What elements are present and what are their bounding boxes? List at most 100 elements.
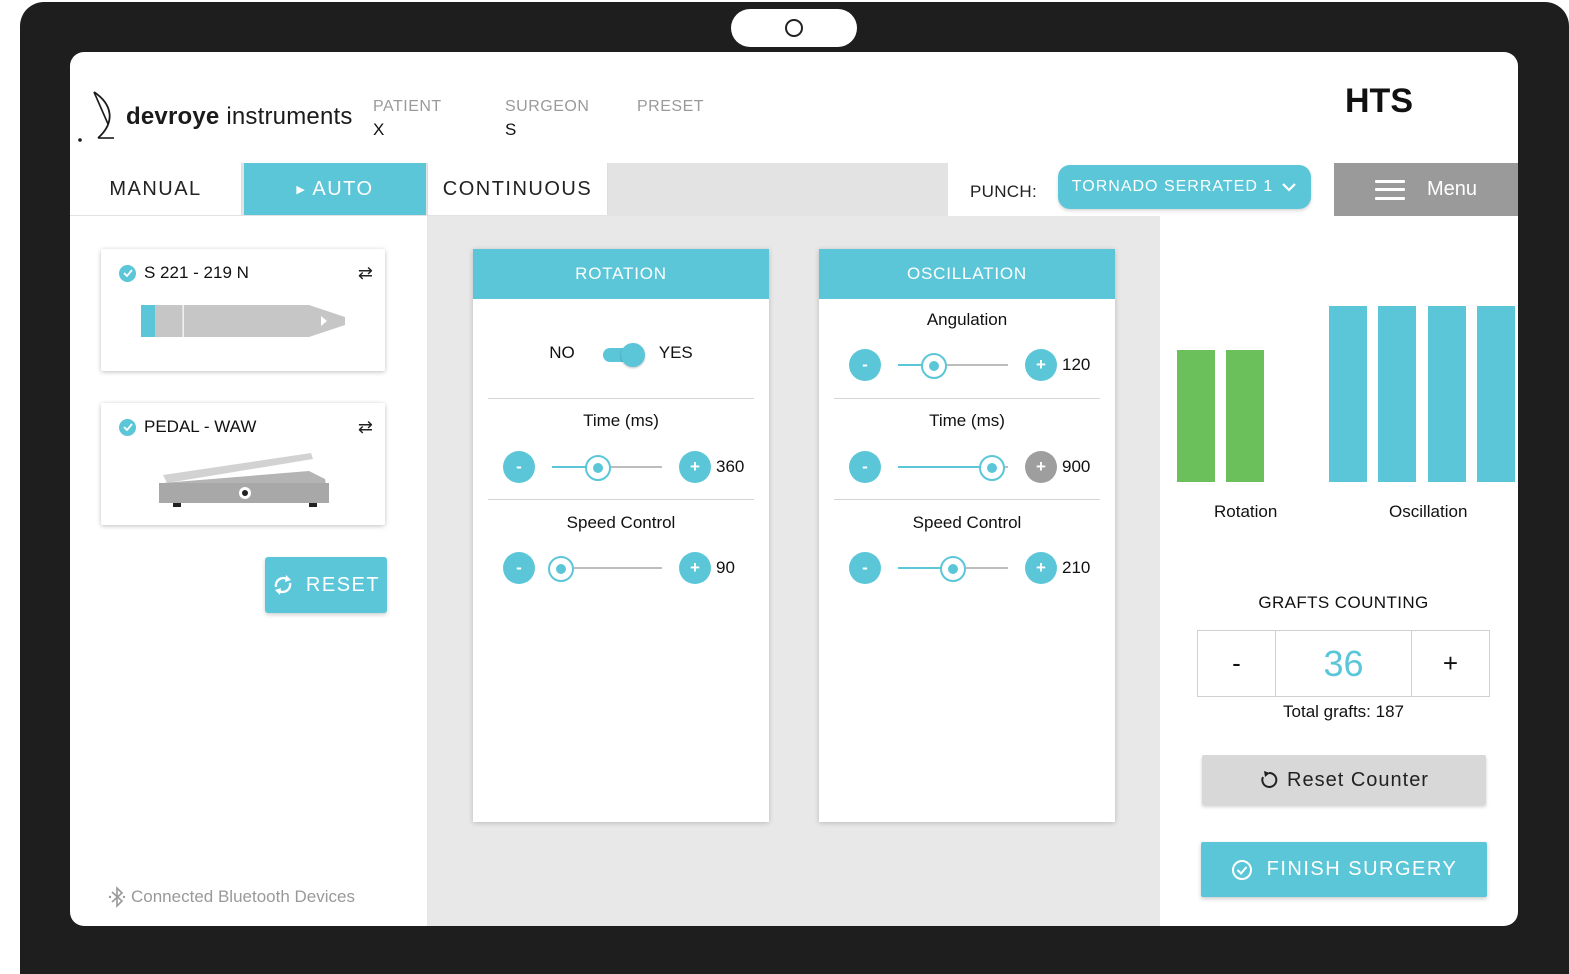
bluetooth-icon bbox=[108, 886, 126, 908]
oscillation-bar bbox=[1378, 306, 1416, 482]
grafts-total: Total grafts: 187 bbox=[1283, 702, 1404, 721]
bluetooth-status: Connected Bluetooth Devices bbox=[108, 886, 355, 908]
slider-knob[interactable] bbox=[585, 455, 612, 481]
device-name: S 221 - 219 N bbox=[144, 263, 249, 282]
preset-label: PRESET bbox=[637, 98, 705, 115]
rotation-title: ROTATION bbox=[473, 249, 769, 299]
refresh-icon bbox=[274, 575, 292, 595]
surgeon-value: S bbox=[505, 120, 517, 139]
tab-continuous[interactable]: CONTINUOUS bbox=[427, 163, 608, 215]
brand-name: devroye instruments bbox=[126, 103, 353, 130]
bluetooth-label: Connected Bluetooth Devices bbox=[131, 887, 355, 906]
chevron-down-icon bbox=[1282, 183, 1296, 192]
oscillation-bar bbox=[1477, 306, 1515, 482]
reset-icon bbox=[1261, 771, 1278, 788]
rotation-time-slider[interactable] bbox=[552, 451, 662, 483]
punch-label: PUNCH: bbox=[970, 182, 1037, 201]
rotation-speed-slider[interactable] bbox=[547, 552, 662, 584]
slider-knob[interactable] bbox=[940, 556, 966, 582]
slider-knob[interactable] bbox=[978, 455, 1005, 481]
brand-logo: devroye instruments bbox=[78, 90, 353, 144]
divider bbox=[488, 499, 754, 500]
increase-button[interactable]: + bbox=[1025, 349, 1057, 381]
patient-label: PATIENT bbox=[373, 98, 442, 115]
rotation-time-control: - + 360 bbox=[503, 450, 744, 484]
angulation-control: - + 120 bbox=[849, 348, 1090, 382]
hamburger-icon bbox=[1374, 179, 1405, 200]
oscillation-bar bbox=[1428, 306, 1466, 482]
grafts-title: GRAFTS COUNTING bbox=[1258, 593, 1429, 612]
device-name-row: PEDAL - WAW bbox=[119, 417, 256, 437]
surgeon-field: SURGEON S bbox=[505, 98, 589, 140]
grafts-decrease-button[interactable]: - bbox=[1198, 631, 1275, 696]
swap-icon[interactable]: ⇄ bbox=[358, 263, 373, 284]
surgeon-label: SURGEON bbox=[505, 98, 590, 115]
oscillation-panel: OSCILLATION Angulation - + 120 Time (ms)… bbox=[819, 249, 1115, 822]
rotation-speed-value: 90 bbox=[716, 558, 735, 577]
tab-manual[interactable]: MANUAL bbox=[70, 163, 242, 215]
menu-button[interactable]: Menu bbox=[1334, 163, 1518, 216]
menu-label: Menu bbox=[1426, 178, 1478, 200]
check-icon bbox=[119, 418, 136, 436]
toggle-yes-label: YES bbox=[658, 343, 693, 362]
tab-continuous-label: CONTINUOUS bbox=[442, 177, 593, 200]
reset-label: RESET bbox=[305, 573, 381, 596]
oscillation-bar bbox=[1329, 306, 1367, 482]
oscillation-speed-label: Speed Control bbox=[912, 513, 1022, 532]
check-circle-icon bbox=[1231, 859, 1252, 880]
oscillation-speed-control: - + 210 bbox=[849, 551, 1090, 585]
oscillation-title: OSCILLATION bbox=[819, 249, 1115, 299]
finish-surgery-label: FINISH SURGERY bbox=[1266, 858, 1458, 880]
device-card-handpiece[interactable]: S 221 - 219 N ⇄ bbox=[101, 249, 385, 371]
patient-value: X bbox=[373, 120, 385, 139]
slider-knob[interactable] bbox=[921, 353, 948, 379]
punch-selected: TORNADO SERRATED 1 bbox=[1071, 178, 1274, 195]
increase-button[interactable]: + bbox=[679, 552, 711, 584]
app-code: HTS bbox=[1345, 82, 1413, 120]
rotation-panel: ROTATION NO YES Time (ms) - + 360 Speed … bbox=[473, 249, 769, 822]
preset-field: PRESET bbox=[637, 98, 704, 120]
device-card-pedal[interactable]: PEDAL - WAW ⇄ bbox=[101, 403, 385, 525]
camera-icon bbox=[785, 19, 803, 37]
decrease-button[interactable]: - bbox=[849, 451, 881, 483]
oscillation-speed-slider[interactable] bbox=[898, 552, 1008, 584]
reset-button[interactable]: RESET bbox=[265, 557, 387, 613]
rotation-toggle-row: NO YES bbox=[473, 343, 769, 367]
tab-auto[interactable]: ▶ AUTO bbox=[244, 163, 426, 215]
reset-counter-label: Reset Counter bbox=[1287, 768, 1429, 791]
rotation-speed-control: - + 90 bbox=[503, 551, 735, 585]
angulation-value: 120 bbox=[1062, 355, 1091, 374]
oscillation-time-slider[interactable] bbox=[898, 451, 1008, 483]
decrease-button[interactable]: - bbox=[503, 451, 535, 483]
oscillation-time-value: 900 bbox=[1062, 457, 1091, 476]
divider bbox=[834, 398, 1100, 399]
grafts-increase-button[interactable]: + bbox=[1412, 631, 1489, 696]
decrease-button[interactable]: - bbox=[849, 552, 881, 584]
camera-pill bbox=[731, 9, 857, 47]
pedal-icon bbox=[159, 453, 329, 507]
finish-surgery-button[interactable]: FINISH SURGERY bbox=[1201, 842, 1487, 897]
handpiece-icon bbox=[141, 305, 345, 337]
grafts-counter: - 36 + bbox=[1197, 630, 1490, 697]
rotation-toggle[interactable] bbox=[602, 343, 645, 367]
increase-button[interactable]: + bbox=[1025, 451, 1057, 483]
angulation-slider[interactable] bbox=[898, 349, 1008, 381]
grafts-count: 36 bbox=[1275, 631, 1412, 696]
increase-button[interactable]: + bbox=[1025, 552, 1057, 584]
oscillation-time-control: - + 900 bbox=[849, 450, 1090, 484]
patient-field: PATIENT X bbox=[373, 98, 442, 140]
oscillation-speed-value: 210 bbox=[1062, 558, 1091, 577]
slider-knob[interactable] bbox=[547, 556, 574, 582]
punch-dropdown[interactable]: TORNADO SERRATED 1 bbox=[1058, 165, 1311, 209]
play-arrow-icon: ▶ bbox=[296, 183, 307, 196]
check-icon bbox=[119, 264, 136, 282]
decrease-button[interactable]: - bbox=[849, 349, 881, 381]
app-screen: devroye instruments PATIENT X SURGEON S … bbox=[70, 52, 1518, 926]
logo-mark-icon bbox=[78, 91, 114, 142]
increase-button[interactable]: + bbox=[679, 451, 711, 483]
decrease-button[interactable]: - bbox=[503, 552, 535, 584]
reset-counter-button[interactable]: Reset Counter bbox=[1202, 755, 1486, 805]
divider bbox=[488, 398, 754, 399]
swap-icon[interactable]: ⇄ bbox=[358, 417, 373, 438]
oscillation-caption: Oscillation bbox=[1389, 502, 1468, 521]
